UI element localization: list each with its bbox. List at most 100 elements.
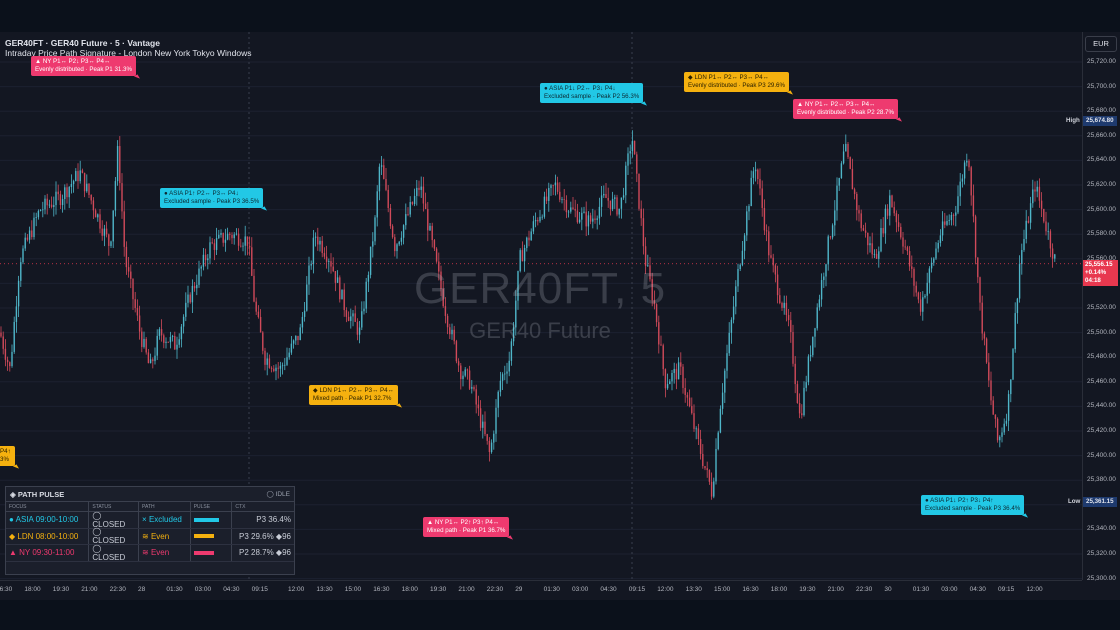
- candle-body: [455, 341, 458, 362]
- candle-body: [847, 143, 849, 158]
- price-tick-label: 25,720.00: [1087, 58, 1116, 65]
- candle-body: [418, 187, 420, 190]
- candle-body: [275, 367, 277, 372]
- candle-body: [268, 358, 271, 368]
- candle-body: [750, 177, 752, 207]
- candle-body: [974, 216, 977, 258]
- candle-body: [809, 355, 812, 357]
- candle-body: [376, 191, 378, 218]
- candle-body: [207, 258, 209, 261]
- candle-body: [858, 210, 860, 214]
- candle-body: [972, 195, 975, 217]
- candle-body: [314, 236, 317, 238]
- candle-body: [31, 230, 33, 238]
- candle-body: [900, 226, 902, 238]
- candle-body: [35, 217, 37, 218]
- time-axis[interactable]: 16:30 18:00 19:30 21:00 22:30 28 01:30 03:00 04:…: [0, 580, 1082, 600]
- price-tick-label: 25,620.00: [1087, 181, 1116, 188]
- price-tick-label: 25,320.00: [1087, 550, 1116, 557]
- candle-body: [385, 178, 387, 190]
- time-tick-label: 01:30: [912, 586, 930, 593]
- candle-body: [11, 351, 13, 367]
- time-tick-label: 19:30: [799, 586, 816, 593]
- session-label-ny: ▲ NY P1↔ P2↓ P3↔ P4↔ Evenly distributed ·…: [31, 56, 136, 76]
- price-tick-label: 25,380.00: [1087, 476, 1116, 484]
- candle-body: [1054, 254, 1056, 259]
- candle-body: [871, 243, 873, 255]
- chart-area[interactable]: GER40FT, 5 GER40 Future GER40FT · GER40 …: [0, 32, 1120, 600]
- high-price-tag: 25,674.80: [1083, 116, 1117, 126]
- candle-body: [1043, 208, 1045, 222]
- candle-body: [499, 380, 502, 392]
- current-price: 25,556.15: [1085, 261, 1113, 268]
- candle-body: [319, 240, 321, 245]
- candle-body: [827, 236, 829, 265]
- pulse-bar: [193, 534, 215, 539]
- candle-body: [391, 226, 394, 238]
- candle-body: [587, 215, 590, 227]
- pulse-row: ◆ LDN 08:00-10:00 ◯ CLOSED ≋ Even P3 29.6% …: [6, 527, 294, 545]
- session-label-asia: ● ASIA P1↓ P2↑ P3↓ P4↑ Excluded sample · …: [921, 495, 1025, 515]
- price-tick-label: 25,500.00: [1087, 328, 1116, 336]
- candle-body: [933, 258, 935, 263]
- candle-body: [834, 210, 836, 226]
- candle-body: [209, 242, 211, 259]
- currency-button[interactable]: EUR: [1085, 36, 1117, 52]
- candle-body: [409, 202, 411, 215]
- session-label-asia: ● ASIA P1↑ P2↔ P3↔ P4↓ Excluded sample · …: [160, 188, 264, 208]
- candle-body: [1027, 220, 1030, 223]
- candle-body: [845, 143, 847, 152]
- pulse-title: ◈ PATH PULSE: [10, 490, 65, 499]
- candle-body: [798, 403, 801, 414]
- candle-body: [996, 418, 999, 441]
- candle-body: [204, 254, 207, 261]
- candle-body: [460, 365, 462, 380]
- time-tick-label: 04:30: [969, 586, 986, 593]
- candle-body: [607, 197, 609, 201]
- time-tick-label: 18:00: [770, 586, 788, 593]
- candle-body: [803, 387, 805, 416]
- candle-body: [944, 221, 946, 225]
- candle-body: [101, 228, 103, 236]
- candle-body: [510, 341, 513, 361]
- pulse-bar-cell: [191, 545, 233, 561]
- candle-body: [475, 389, 477, 405]
- time-tick-label: 03:00: [941, 586, 958, 593]
- path-pulse-panel: ◈ PATH PULSE ◯ IDLE FOCUS STATUS PATH PU…: [5, 486, 295, 575]
- candle-body: [90, 194, 92, 201]
- candle-body: [963, 162, 966, 179]
- pulse-status-cell: ◯ CLOSED: [89, 544, 140, 562]
- session-label-ldn: P4↑ 3%: [0, 446, 15, 466]
- candle-body: [321, 240, 323, 254]
- pulse-bar: [193, 517, 220, 522]
- time-tick-label: 15:00: [714, 586, 731, 593]
- candle-body: [636, 154, 638, 174]
- candle-body: [431, 225, 433, 241]
- candle-body: [992, 400, 994, 415]
- candle-body: [75, 171, 77, 182]
- candle-body: [717, 432, 719, 450]
- candle-body: [422, 186, 425, 204]
- candle-body: [530, 231, 532, 241]
- symbol-title[interactable]: GER40FT · GER40 Future · 5 · Vantage: [5, 38, 251, 48]
- candle-body: [638, 173, 640, 209]
- candle-body: [28, 230, 31, 240]
- candle-body: [400, 237, 403, 242]
- candle-body: [116, 146, 119, 182]
- candle-body: [867, 232, 869, 246]
- time-tick-label: 22:30: [486, 586, 504, 593]
- candle-body: [757, 169, 759, 180]
- candle-body: [328, 261, 330, 262]
- candle-body: [708, 469, 711, 482]
- pulse-path: × Excluded: [139, 512, 191, 528]
- candle-body: [508, 360, 510, 372]
- candle-body: [552, 185, 554, 187]
- candle-body: [556, 182, 559, 192]
- candle-body: [721, 392, 724, 409]
- candle-body: [420, 186, 422, 190]
- watermark-description: GER40 Future: [469, 318, 611, 343]
- candle-body: [427, 209, 429, 231]
- candle-body: [1036, 186, 1038, 192]
- bar-countdown: 04:18: [1085, 277, 1101, 284]
- candle-body: [600, 195, 603, 207]
